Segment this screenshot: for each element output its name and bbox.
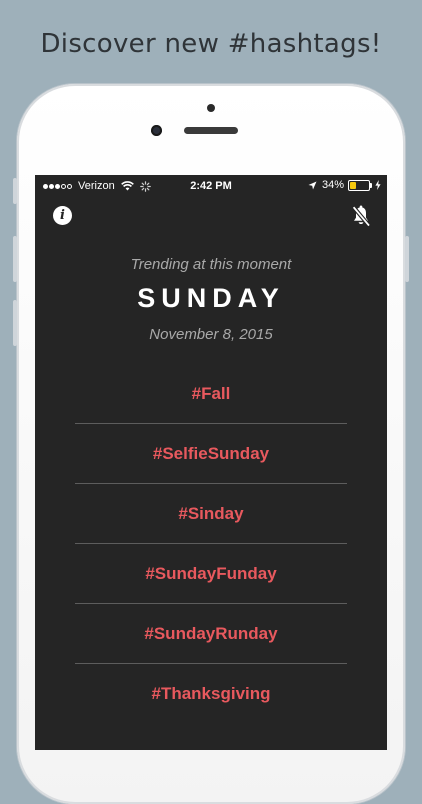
info-icon[interactable]: i <box>53 206 72 225</box>
hashtag-item[interactable]: #Sinday <box>75 484 347 544</box>
date-label: November 8, 2015 <box>149 326 273 343</box>
battery-icon <box>348 179 372 191</box>
hashtag-item[interactable]: #Fall <box>75 364 347 424</box>
front-camera <box>151 125 162 136</box>
battery-percent: 34% <box>321 179 344 191</box>
day-title: SUNDAY <box>137 283 285 313</box>
phone-power-button <box>405 236 409 282</box>
earpiece-speaker <box>184 127 238 134</box>
battery-fill <box>350 181 356 189</box>
hashtag-item[interactable]: #SelfieSunday <box>75 424 347 484</box>
hashtag-list: #Fall #SelfieSunday #Sinday #SundayFunda… <box>75 364 347 723</box>
hashtag-item[interactable]: #SundayRunday <box>75 604 347 664</box>
phone-volume-down <box>13 300 17 346</box>
phone-mute-switch <box>13 178 17 204</box>
app-screen: Verizon 2:42 PM 34% i Trending at this m… <box>35 175 387 750</box>
status-bar: Verizon 2:42 PM 34% <box>35 175 387 197</box>
proximity-sensor <box>207 104 215 112</box>
charging-bolt-icon <box>375 180 381 190</box>
trending-subtitle: Trending at this moment <box>130 256 292 273</box>
promo-headline: Discover new #hashtags! <box>40 29 382 59</box>
bell-slash-icon[interactable] <box>351 205 371 227</box>
location-arrow-icon <box>308 181 317 189</box>
phone-volume-up <box>13 236 17 282</box>
hashtag-item[interactable]: #Thanksgiving <box>75 664 347 723</box>
status-right: 34% <box>308 179 381 191</box>
hashtag-item[interactable]: #SundayFunday <box>75 544 347 604</box>
